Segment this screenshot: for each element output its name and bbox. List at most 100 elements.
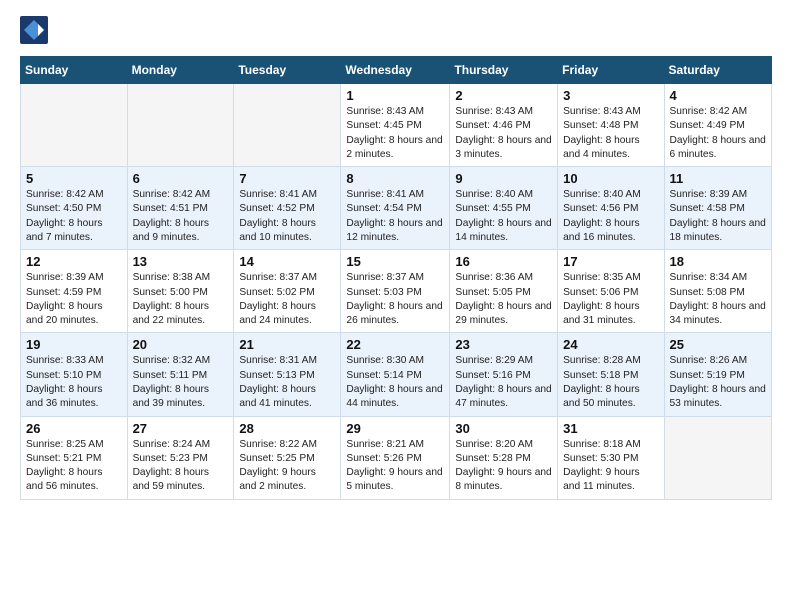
week-row-4: 19Sunrise: 8:33 AM Sunset: 5:10 PM Dayli… bbox=[21, 333, 772, 416]
day-info: Sunrise: 8:25 AM Sunset: 5:21 PM Dayligh… bbox=[26, 438, 122, 495]
calendar-cell: 4 Sunrise: 8:42 AM Sunset: 4:49 PM Daylig… bbox=[664, 84, 771, 167]
week-row-5: 26 Sunrise: 8:25 AM Sunset: 5:21 PM Dayli… bbox=[21, 416, 772, 499]
day-number: 30 bbox=[455, 421, 552, 436]
day-info: Sunrise: 8:40 AM Sunset: 4:56 PM Dayligh… bbox=[563, 188, 658, 245]
calendar-cell bbox=[21, 84, 128, 167]
day-info: Sunrise: 8:34 AM Sunset: 5:08 PM Dayligh… bbox=[670, 271, 766, 328]
day-info: Sunrise: 8:38 AM Sunset: 5:00 PM Dayligh… bbox=[133, 271, 229, 328]
calendar-cell: 21 Sunrise: 8:31 AM Sunset: 5:13 PM Dayli… bbox=[234, 333, 341, 416]
day-number: 27 bbox=[133, 421, 229, 436]
day-info: Sunrise: 8:39 AM Sunset: 4:59 PM Dayligh… bbox=[26, 271, 122, 328]
day-info: Sunrise: 8:26 AM Sunset: 5:19 PM Dayligh… bbox=[670, 354, 766, 411]
calendar-cell: 29 Sunrise: 8:21 AM Sunset: 5:26 PM Dayli… bbox=[341, 416, 450, 499]
calendar-cell: 18 Sunrise: 8:34 AM Sunset: 5:08 PM Dayli… bbox=[664, 250, 771, 333]
day-number: 6 bbox=[133, 171, 229, 186]
day-info: Sunrise: 8:42 AM Sunset: 4:49 PM Dayligh… bbox=[670, 105, 766, 162]
calendar-cell: 5 Sunrise: 8:42 AM Sunset: 4:50 PM Daylig… bbox=[21, 167, 128, 250]
weekday-header-wednesday: Wednesday bbox=[341, 57, 450, 84]
day-number: 21 bbox=[239, 337, 335, 352]
day-number: 24 bbox=[563, 337, 658, 352]
day-info: Sunrise: 8:40 AM Sunset: 4:55 PM Dayligh… bbox=[455, 188, 552, 245]
day-number: 14 bbox=[239, 254, 335, 269]
day-info: Sunrise: 8:35 AM Sunset: 5:06 PM Dayligh… bbox=[563, 271, 658, 328]
day-number: 20 bbox=[133, 337, 229, 352]
day-info: Sunrise: 8:24 AM Sunset: 5:23 PM Dayligh… bbox=[133, 438, 229, 495]
calendar-cell: 10 Sunrise: 8:40 AM Sunset: 4:56 PM Dayli… bbox=[558, 167, 664, 250]
day-info: Sunrise: 8:43 AM Sunset: 4:45 PM Dayligh… bbox=[346, 105, 444, 162]
calendar-cell: 31 Sunrise: 8:18 AM Sunset: 5:30 PM Dayli… bbox=[558, 416, 664, 499]
weekday-header-thursday: Thursday bbox=[450, 57, 558, 84]
day-info: Sunrise: 8:28 AM Sunset: 5:18 PM Dayligh… bbox=[563, 354, 658, 411]
day-info: Sunrise: 8:18 AM Sunset: 5:30 PM Dayligh… bbox=[563, 438, 658, 495]
calendar-cell: 14 Sunrise: 8:37 AM Sunset: 5:02 PM Dayli… bbox=[234, 250, 341, 333]
day-info: Sunrise: 8:32 AM Sunset: 5:11 PM Dayligh… bbox=[133, 354, 229, 411]
day-info: Sunrise: 8:20 AM Sunset: 5:28 PM Dayligh… bbox=[455, 438, 552, 495]
calendar-cell: 11Sunrise: 8:39 AM Sunset: 4:58 PM Dayli… bbox=[664, 167, 771, 250]
day-info: Sunrise: 8:42 AM Sunset: 4:50 PM Dayligh… bbox=[26, 188, 122, 245]
calendar-table: SundayMondayTuesdayWednesdayThursdayFrid… bbox=[20, 56, 772, 500]
calendar-cell: 7 Sunrise: 8:41 AM Sunset: 4:52 PM Daylig… bbox=[234, 167, 341, 250]
day-number: 31 bbox=[563, 421, 658, 436]
day-number: 25 bbox=[670, 337, 766, 352]
weekday-header-tuesday: Tuesday bbox=[234, 57, 341, 84]
weekday-header-sunday: Sunday bbox=[21, 57, 128, 84]
calendar-cell: 22 Sunrise: 8:30 AM Sunset: 5:14 PM Dayli… bbox=[341, 333, 450, 416]
calendar-cell: 12 Sunrise: 8:39 AM Sunset: 4:59 PM Dayli… bbox=[21, 250, 128, 333]
day-info: Sunrise: 8:41 AM Sunset: 4:52 PM Dayligh… bbox=[239, 188, 335, 245]
calendar-cell: 2Sunrise: 8:43 AM Sunset: 4:46 PM Daylig… bbox=[450, 84, 558, 167]
calendar-cell: 15 Sunrise: 8:37 AM Sunset: 5:03 PM Dayli… bbox=[341, 250, 450, 333]
day-number: 16 bbox=[455, 254, 552, 269]
calendar-cell: 6Sunrise: 8:42 AM Sunset: 4:51 PM Daylig… bbox=[127, 167, 234, 250]
calendar-cell: 13 Sunrise: 8:38 AM Sunset: 5:00 PM Dayli… bbox=[127, 250, 234, 333]
day-info: Sunrise: 8:31 AM Sunset: 5:13 PM Dayligh… bbox=[239, 354, 335, 411]
day-info: Sunrise: 8:37 AM Sunset: 5:03 PM Dayligh… bbox=[346, 271, 444, 328]
calendar-cell bbox=[234, 84, 341, 167]
day-number: 5 bbox=[26, 171, 122, 186]
day-number: 18 bbox=[670, 254, 766, 269]
day-info: Sunrise: 8:43 AM Sunset: 4:48 PM Dayligh… bbox=[563, 105, 658, 162]
day-number: 4 bbox=[670, 88, 766, 103]
day-number: 2 bbox=[455, 88, 552, 103]
calendar-cell: 24 Sunrise: 8:28 AM Sunset: 5:18 PM Dayli… bbox=[558, 333, 664, 416]
day-info: Sunrise: 8:36 AM Sunset: 5:05 PM Dayligh… bbox=[455, 271, 552, 328]
calendar-cell: 1Sunrise: 8:43 AM Sunset: 4:45 PM Daylig… bbox=[341, 84, 450, 167]
day-number: 7 bbox=[239, 171, 335, 186]
day-info: Sunrise: 8:33 AM Sunset: 5:10 PM Dayligh… bbox=[26, 354, 122, 411]
day-number: 28 bbox=[239, 421, 335, 436]
day-number: 8 bbox=[346, 171, 444, 186]
header bbox=[20, 16, 772, 44]
day-number: 12 bbox=[26, 254, 122, 269]
day-number: 22 bbox=[346, 337, 444, 352]
day-info: Sunrise: 8:30 AM Sunset: 5:14 PM Dayligh… bbox=[346, 354, 444, 411]
day-number: 13 bbox=[133, 254, 229, 269]
page: SundayMondayTuesdayWednesdayThursdayFrid… bbox=[0, 0, 792, 516]
logo bbox=[20, 16, 50, 44]
week-row-3: 12 Sunrise: 8:39 AM Sunset: 4:59 PM Dayli… bbox=[21, 250, 772, 333]
weekday-header-monday: Monday bbox=[127, 57, 234, 84]
day-number: 11 bbox=[670, 171, 766, 186]
day-info: Sunrise: 8:41 AM Sunset: 4:54 PM Dayligh… bbox=[346, 188, 444, 245]
day-number: 29 bbox=[346, 421, 444, 436]
calendar-cell bbox=[127, 84, 234, 167]
calendar-cell: 25 Sunrise: 8:26 AM Sunset: 5:19 PM Dayli… bbox=[664, 333, 771, 416]
day-number: 26 bbox=[26, 421, 122, 436]
calendar-cell: 28 Sunrise: 8:22 AM Sunset: 5:25 PM Dayli… bbox=[234, 416, 341, 499]
calendar-cell: 16 Sunrise: 8:36 AM Sunset: 5:05 PM Dayli… bbox=[450, 250, 558, 333]
day-number: 17 bbox=[563, 254, 658, 269]
calendar-cell: 27 Sunrise: 8:24 AM Sunset: 5:23 PM Dayli… bbox=[127, 416, 234, 499]
weekday-header-row: SundayMondayTuesdayWednesdayThursdayFrid… bbox=[21, 57, 772, 84]
day-number: 10 bbox=[563, 171, 658, 186]
calendar-cell: 19Sunrise: 8:33 AM Sunset: 5:10 PM Dayli… bbox=[21, 333, 128, 416]
weekday-header-friday: Friday bbox=[558, 57, 664, 84]
day-number: 15 bbox=[346, 254, 444, 269]
day-info: Sunrise: 8:29 AM Sunset: 5:16 PM Dayligh… bbox=[455, 354, 552, 411]
day-info: Sunrise: 8:21 AM Sunset: 5:26 PM Dayligh… bbox=[346, 438, 444, 495]
calendar-cell: 30 Sunrise: 8:20 AM Sunset: 5:28 PM Dayli… bbox=[450, 416, 558, 499]
day-number: 23 bbox=[455, 337, 552, 352]
day-number: 9 bbox=[455, 171, 552, 186]
day-info: Sunrise: 8:22 AM Sunset: 5:25 PM Dayligh… bbox=[239, 438, 335, 495]
calendar-cell: 9 Sunrise: 8:40 AM Sunset: 4:55 PM Daylig… bbox=[450, 167, 558, 250]
day-number: 3 bbox=[563, 88, 658, 103]
day-info: Sunrise: 8:37 AM Sunset: 5:02 PM Dayligh… bbox=[239, 271, 335, 328]
calendar-cell: 26 Sunrise: 8:25 AM Sunset: 5:21 PM Dayli… bbox=[21, 416, 128, 499]
